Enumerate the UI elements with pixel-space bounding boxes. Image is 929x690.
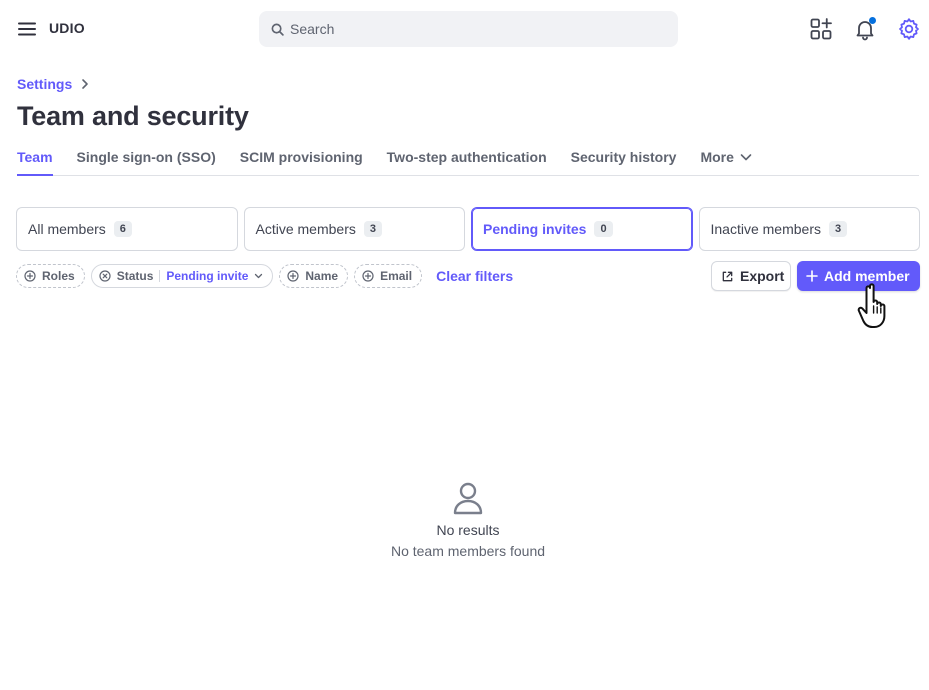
breadcrumb: Settings <box>17 76 90 92</box>
plus-circle-icon <box>362 270 374 282</box>
tab-security-history[interactable]: Security history <box>571 140 677 175</box>
hand-pointer-cursor-icon <box>857 283 886 328</box>
filter-card-inactive-members[interactable]: Inactive members 3 <box>698 207 920 251</box>
tab-sso[interactable]: Single sign-on (SSO) <box>77 140 216 175</box>
filter-chip-label: Roles <box>42 269 75 283</box>
menu-icon[interactable] <box>17 19 37 39</box>
plus-circle-icon <box>24 270 36 282</box>
filter-card-active-members[interactable]: Active members 3 <box>243 207 465 251</box>
filter-bar: Roles Status Pending invite Name Email C… <box>16 264 513 288</box>
search-bar[interactable] <box>259 11 678 47</box>
apps-add-icon[interactable] <box>809 17 833 41</box>
tab-bar: Team Single sign-on (SSO) SCIM provision… <box>17 140 919 176</box>
count-badge: 0 <box>594 221 613 237</box>
tab-team[interactable]: Team <box>17 140 53 176</box>
empty-state: No results No team members found <box>367 480 569 559</box>
export-button[interactable]: Export <box>711 261 791 291</box>
chevron-down-icon <box>255 273 263 279</box>
chevron-right-icon <box>82 79 89 89</box>
top-bar: UDIO <box>0 0 929 58</box>
filter-card-pending-invites[interactable]: Pending invites 0 <box>471 207 693 251</box>
count-badge: 6 <box>113 221 132 237</box>
filter-chip-name[interactable]: Name <box>279 264 349 288</box>
export-icon <box>722 271 733 281</box>
plus-circle-icon <box>287 270 299 282</box>
divider <box>159 270 161 282</box>
page-title: Team and security <box>17 101 249 131</box>
filter-card-label: Active members <box>255 221 356 237</box>
filter-chip-email[interactable]: Email <box>354 264 423 288</box>
filter-chip-value: Pending invite <box>166 269 249 283</box>
app-name: UDIO <box>49 20 85 36</box>
clear-filters-link[interactable]: Clear filters <box>436 268 513 284</box>
member-filter-cards: All members 6 Active members 3 Pending i… <box>16 207 920 251</box>
filter-card-label: All members <box>28 221 106 237</box>
empty-state-title: No results <box>436 522 500 538</box>
empty-state-message: No team members found <box>390 543 546 559</box>
notification-dot <box>869 17 876 24</box>
chevron-down-icon <box>740 154 752 161</box>
user-icon <box>453 482 483 515</box>
filter-card-all-members[interactable]: All members 6 <box>16 207 238 251</box>
notifications-button[interactable] <box>853 17 877 41</box>
filter-chip-label: Name <box>305 269 339 283</box>
tab-more[interactable]: More <box>700 140 752 175</box>
filter-chip-label: Status <box>116 269 154 283</box>
remove-circle-icon[interactable] <box>99 270 111 282</box>
tab-two-step-authentication[interactable]: Two-step authentication <box>387 140 547 175</box>
count-badge: 3 <box>363 221 382 237</box>
export-button-label: Export <box>740 268 785 284</box>
filter-chip-status[interactable]: Status Pending invite <box>90 264 274 288</box>
tab-scim-provisioning[interactable]: SCIM provisioning <box>240 140 363 175</box>
search-input[interactable] <box>290 21 650 37</box>
breadcrumb-settings-link[interactable]: Settings <box>17 76 72 92</box>
filter-card-label: Inactive members <box>710 221 821 237</box>
plus-icon <box>806 270 818 282</box>
search-icon <box>271 23 284 36</box>
filter-card-label: Pending invites <box>483 221 587 237</box>
filter-chip-roles[interactable]: Roles <box>16 264 85 288</box>
tab-more-label: More <box>700 149 734 165</box>
gear-icon[interactable] <box>897 17 921 41</box>
count-badge: 3 <box>828 221 848 237</box>
filter-chip-label: Email <box>380 269 413 283</box>
